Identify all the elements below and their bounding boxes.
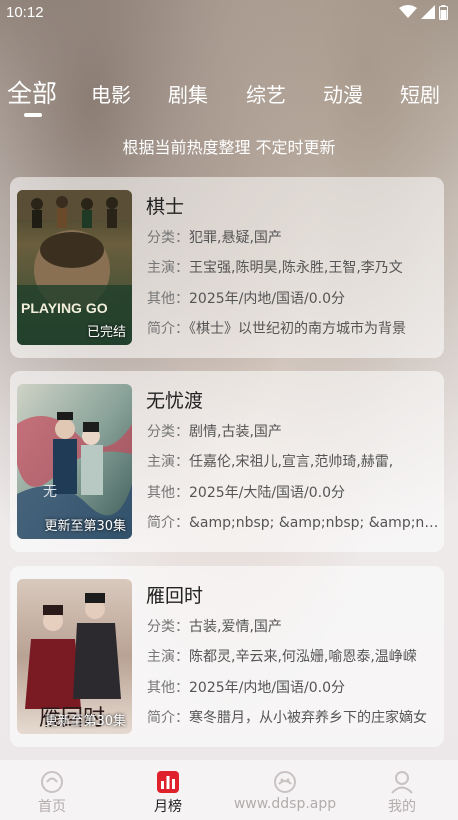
poster-image: 无 更新至第30集 — [17, 384, 132, 539]
profile-icon — [391, 771, 413, 794]
nav-home-label: 首页 — [38, 799, 66, 815]
nav-profile[interactable]: 我的 — [362, 770, 442, 816]
chart-icon — [157, 771, 179, 793]
status-time: 10:12 — [6, 3, 44, 21]
wifi-icon — [399, 5, 417, 18]
status-badge: 已完结 — [86, 325, 126, 340]
tab-series[interactable]: 剧集 — [168, 79, 208, 108]
category-line: 分类：剧情,古装,国产 — [147, 424, 282, 440]
svg-text:PLAYING GO: PLAYING GO — [21, 300, 108, 316]
cast-line: 主演：任嘉伦,宋祖儿,宣言,范帅琦,赫雷, — [147, 454, 394, 470]
battery-icon — [439, 4, 448, 20]
tab-anime[interactable]: 动漫 — [323, 79, 363, 108]
drama-title: 棋士 — [146, 196, 185, 218]
cast-line: 主演：陈都灵,辛云来,何泓姗,喻恩泰,温峥嵘 — [147, 649, 417, 665]
home-icon — [41, 771, 63, 793]
status-badge: 更新至第30集 — [44, 714, 126, 729]
poster-image: PLAYING GO 已完结 — [17, 190, 132, 345]
drama-card[interactable]: 无 更新至第30集 无忧渡 分类：剧情,古装,国产 主演：任嘉伦,宋祖儿,宣言,… — [10, 371, 444, 552]
tab-all[interactable]: 全部 — [7, 74, 57, 110]
other-info-line: 其他：2025年/内地/国语/0.0分 — [147, 291, 346, 307]
tab-short-drama[interactable]: 短剧 — [400, 79, 440, 108]
discover-icon — [274, 771, 296, 793]
cast-line: 主演：王宝强,陈明昊,陈永胜,王智,李乃文 — [147, 260, 403, 276]
drama-title: 无忧渡 — [146, 390, 204, 412]
poster-image: 雁回时 更新至第30集 — [17, 579, 132, 734]
bottom-nav: 首页 月榜 www.ddsp.app 我的 — [0, 760, 458, 820]
category-line: 分类：古装,爱情,国产 — [147, 619, 282, 635]
svg-text:无: 无 — [43, 484, 57, 500]
nav-home[interactable]: 首页 — [12, 770, 92, 816]
drama-card[interactable]: PLAYING GO 已完结 棋士 分类：犯罪,悬疑,国产 主演：王宝强,陈明昊… — [10, 177, 444, 358]
signal-icon — [421, 5, 435, 19]
category-tabs: 全部 电影 剧集 综艺 动漫 短剧 — [0, 72, 458, 112]
other-info-line: 其他：2025年/内地/国语/0.0分 — [147, 680, 346, 696]
status-bar: 10:12 — [0, 0, 458, 24]
intro-line: 简介：&amp;nbsp; &amp;nbsp; &amp;nbsp; &amp… — [147, 515, 439, 531]
other-info-line: 其他：2025年/大陆/国语/0.0分 — [147, 485, 346, 501]
drama-title: 雁回时 — [146, 585, 204, 607]
intro-line: 简介：寒冬腊月，从小被弃养乡下的庄家嫡女 — [147, 710, 427, 726]
nav-discover[interactable]: www.ddsp.app — [234, 770, 336, 812]
status-badge: 更新至第30集 — [44, 519, 126, 534]
status-icons — [399, 4, 448, 20]
nav-ranking[interactable]: 月榜 — [128, 770, 208, 816]
nav-discover-label: www.ddsp.app — [233, 796, 337, 812]
nav-ranking-label: 月榜 — [154, 799, 182, 815]
intro-line: 简介：《棋士》以世纪初的南方城市为背景 — [147, 321, 406, 337]
nav-profile-label: 我的 — [388, 799, 416, 815]
active-tab-indicator — [24, 113, 42, 117]
tab-variety[interactable]: 综艺 — [246, 79, 286, 108]
ranking-subtitle: 根据当前热度整理 不定时更新 — [122, 138, 336, 157]
category-line: 分类：犯罪,悬疑,国产 — [147, 230, 282, 246]
drama-card[interactable]: 雁回时 更新至第30集 雁回时 分类：古装,爱情,国产 主演：陈都灵,辛云来,何… — [10, 566, 444, 747]
tab-movies[interactable]: 电影 — [91, 79, 131, 108]
